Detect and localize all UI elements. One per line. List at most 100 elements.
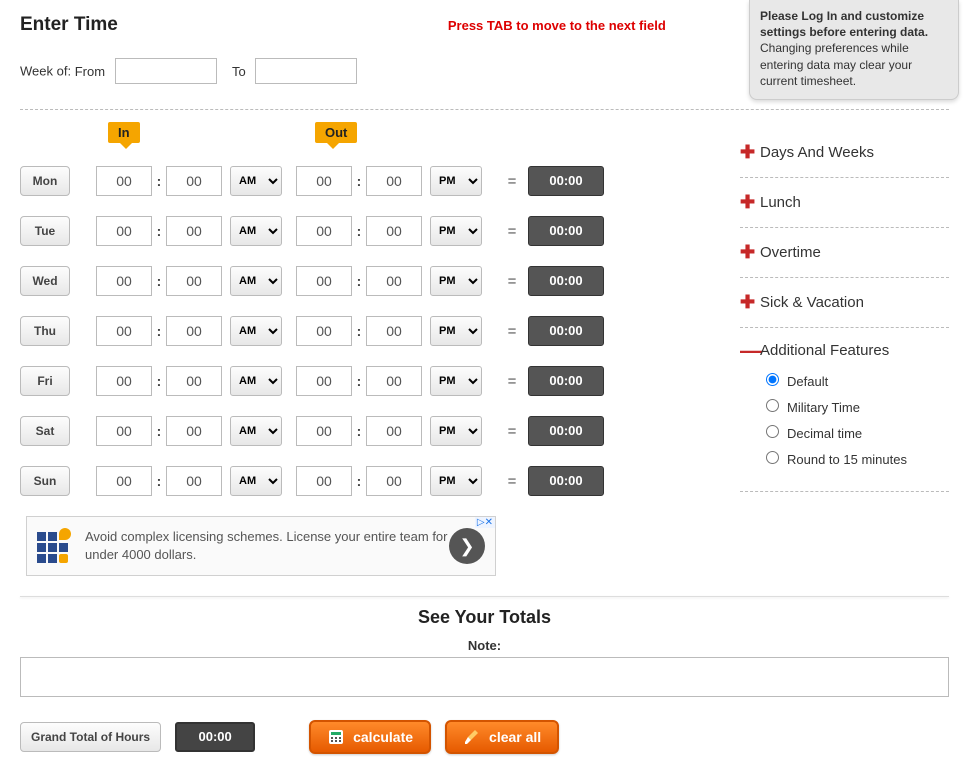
colon: : <box>152 323 166 339</box>
in-ampm-select[interactable]: AMPM <box>230 366 282 396</box>
feature-radio[interactable] <box>766 373 779 386</box>
in-min-input[interactable] <box>166 316 222 346</box>
in-hour-input[interactable] <box>96 416 152 446</box>
colon: : <box>352 273 366 289</box>
accordion-label: Overtime <box>760 244 821 261</box>
tooltip-strong: Please Log In and customize settings bef… <box>760 9 928 39</box>
in-min-input[interactable] <box>166 366 222 396</box>
in-min-input[interactable] <box>166 466 222 496</box>
feature-option[interactable]: Decimal time <box>766 425 949 441</box>
accordion-toggle[interactable]: ✚Sick & Vacation <box>740 292 949 313</box>
in-min-input[interactable] <box>166 166 222 196</box>
in-ampm-select[interactable]: AMPM <box>230 416 282 446</box>
equals: = <box>502 223 522 240</box>
plus-icon: ✚ <box>740 242 760 263</box>
colon: : <box>152 273 166 289</box>
clear-all-button[interactable]: clear all <box>445 720 559 754</box>
accordion-toggle[interactable]: ✚Overtime <box>740 242 949 263</box>
accordion-label: Days And Weeks <box>760 144 874 161</box>
day-row: Mon:AMPM:AMPM=00:00 <box>20 166 730 196</box>
day-button-mon[interactable]: Mon <box>20 166 70 196</box>
day-total: 00:00 <box>528 316 604 346</box>
totals-divider <box>20 596 949 597</box>
in-ampm-select[interactable]: AMPM <box>230 166 282 196</box>
accordion-label: Sick & Vacation <box>760 294 864 311</box>
to-label: To <box>232 64 246 79</box>
in-ampm-select[interactable]: AMPM <box>230 466 282 496</box>
divider <box>20 109 949 110</box>
in-min-input[interactable] <box>166 416 222 446</box>
out-ampm-select[interactable]: AMPM <box>430 166 482 196</box>
in-ampm-select[interactable]: AMPM <box>230 316 282 346</box>
colon: : <box>152 423 166 439</box>
in-hour-input[interactable] <box>96 316 152 346</box>
in-hour-input[interactable] <box>96 166 152 196</box>
in-min-input[interactable] <box>166 266 222 296</box>
out-tag: Out <box>315 122 357 143</box>
in-hour-input[interactable] <box>96 266 152 296</box>
day-button-fri[interactable]: Fri <box>20 366 70 396</box>
out-hour-input[interactable] <box>296 366 352 396</box>
colon: : <box>152 223 166 239</box>
day-button-wed[interactable]: Wed <box>20 266 70 296</box>
colon: : <box>152 173 166 189</box>
out-hour-input[interactable] <box>296 316 352 346</box>
feature-radio[interactable] <box>766 425 779 438</box>
equals: = <box>502 173 522 190</box>
out-min-input[interactable] <box>366 216 422 246</box>
day-button-thu[interactable]: Thu <box>20 316 70 346</box>
day-button-tue[interactable]: Tue <box>20 216 70 246</box>
out-ampm-select[interactable]: AMPM <box>430 466 482 496</box>
out-ampm-select[interactable]: AMPM <box>430 266 482 296</box>
equals: = <box>502 273 522 290</box>
out-hour-input[interactable] <box>296 216 352 246</box>
out-ampm-select[interactable]: AMPM <box>430 416 482 446</box>
out-min-input[interactable] <box>366 466 422 496</box>
accordion-item: ✚Lunch <box>740 178 949 228</box>
from-date-input[interactable] <box>115 58 217 84</box>
feature-label: Round to 15 minutes <box>787 452 907 467</box>
out-min-input[interactable] <box>366 266 422 296</box>
in-ampm-select[interactable]: AMPM <box>230 266 282 296</box>
feature-radio[interactable] <box>766 451 779 464</box>
feature-option[interactable]: Round to 15 minutes <box>766 451 949 467</box>
out-hour-input[interactable] <box>296 416 352 446</box>
out-hour-input[interactable] <box>296 266 352 296</box>
feature-option[interactable]: Military Time <box>766 399 949 415</box>
out-hour-input[interactable] <box>296 466 352 496</box>
out-ampm-select[interactable]: AMPM <box>430 316 482 346</box>
accordion-item: ✚Sick & Vacation <box>740 278 949 328</box>
day-row: Sun:AMPM:AMPM=00:00 <box>20 466 730 496</box>
feature-radio[interactable] <box>766 399 779 412</box>
day-row: Wed:AMPM:AMPM=00:00 <box>20 266 730 296</box>
equals: = <box>502 473 522 490</box>
to-date-input[interactable] <box>255 58 357 84</box>
plus-icon: ✚ <box>740 292 760 313</box>
day-button-sat[interactable]: Sat <box>20 416 70 446</box>
in-hour-input[interactable] <box>96 216 152 246</box>
out-min-input[interactable] <box>366 416 422 446</box>
ad-arrow-icon[interactable]: ❯ <box>449 528 485 564</box>
ad-close-icon[interactable]: ▷✕ <box>475 517 495 528</box>
out-hour-input[interactable] <box>296 166 352 196</box>
accordion-toggle[interactable]: ✚Days And Weeks <box>740 142 949 163</box>
broom-icon <box>463 728 481 746</box>
feature-label: Military Time <box>787 400 860 415</box>
feature-label: Default <box>787 374 828 389</box>
note-textarea[interactable] <box>20 657 949 697</box>
in-ampm-select[interactable]: AMPM <box>230 216 282 246</box>
in-hour-input[interactable] <box>96 366 152 396</box>
accordion-toggle[interactable]: —Additional Features <box>740 342 949 359</box>
calculate-button[interactable]: calculate <box>309 720 431 754</box>
out-min-input[interactable] <box>366 316 422 346</box>
accordion-toggle[interactable]: ✚Lunch <box>740 192 949 213</box>
out-ampm-select[interactable]: AMPM <box>430 366 482 396</box>
out-min-input[interactable] <box>366 166 422 196</box>
in-hour-input[interactable] <box>96 466 152 496</box>
ad-box[interactable]: Avoid complex licensing schemes. License… <box>26 516 496 576</box>
day-button-sun[interactable]: Sun <box>20 466 70 496</box>
feature-option[interactable]: Default <box>766 373 949 389</box>
out-min-input[interactable] <box>366 366 422 396</box>
in-min-input[interactable] <box>166 216 222 246</box>
out-ampm-select[interactable]: AMPM <box>430 216 482 246</box>
